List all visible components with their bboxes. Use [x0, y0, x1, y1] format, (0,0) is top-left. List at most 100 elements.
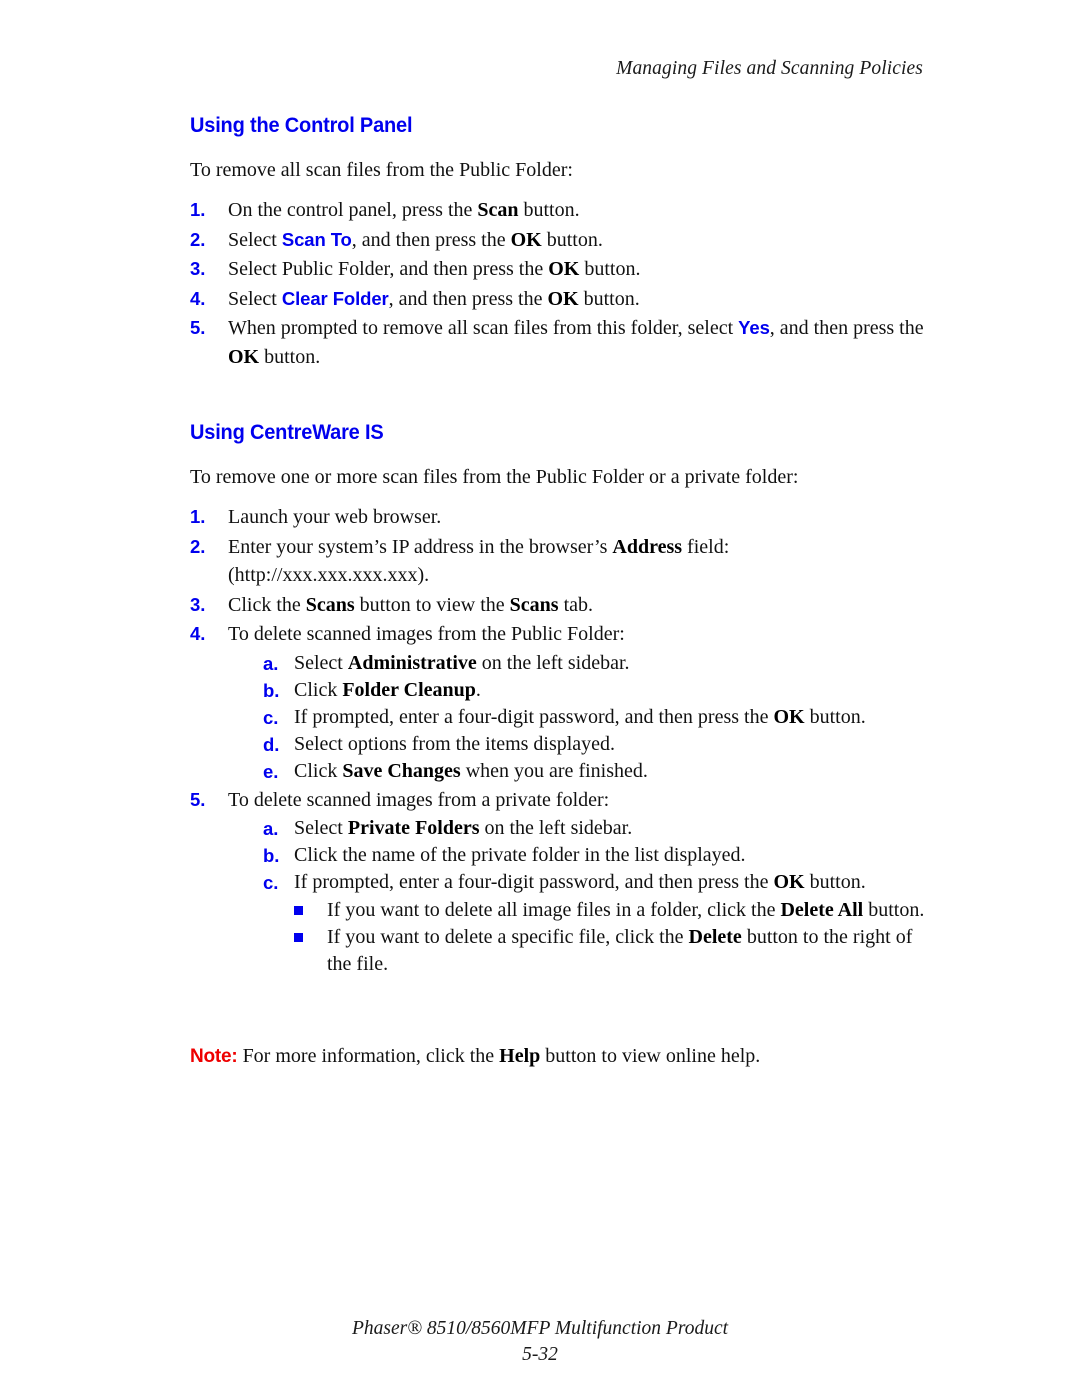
step-text: To delete scanned images from a private … — [228, 789, 609, 811]
text-run: Click — [294, 678, 343, 701]
step-number-marker: 2. — [190, 535, 206, 557]
substep-item: c. If prompted, enter a four-digit passwo… — [263, 869, 927, 896]
emphasized-term: Address — [612, 535, 683, 558]
section-heading: Using CentreWare IS — [190, 420, 384, 444]
text-run: on the left sidebar. — [479, 817, 633, 839]
text-run: , and then press the — [769, 317, 924, 339]
ui-control-term: Yes — [738, 317, 770, 338]
text-run: Select options from the items displayed. — [294, 732, 616, 755]
text-run: . — [475, 678, 481, 701]
text-run: on the left sidebar. — [476, 651, 630, 674]
text-run: button to view online help. — [540, 1045, 761, 1067]
text-run: Select — [294, 651, 348, 674]
text-run: On the control panel, press the — [228, 199, 478, 221]
substep-letter-marker: b. — [263, 845, 280, 866]
text-run: Launch your web browser. — [228, 506, 442, 528]
emphasized-term: OK — [773, 871, 805, 893]
footer-product-name: Phaser® 8510/8560MFP Multifunction Produ… — [351, 1318, 729, 1339]
emphasized-term: Delete All — [780, 899, 864, 921]
substep-item: b. Click Folder Cleanup. — [263, 677, 927, 704]
step-number-marker: 1. — [190, 199, 206, 220]
text-run: If prompted, enter a four-digit password… — [294, 871, 774, 893]
step-number-marker: 4. — [190, 623, 206, 644]
step-text: Select Public Folder, and then press the… — [228, 258, 641, 280]
emphasized-term: OK — [228, 345, 260, 368]
substep-item: d. Select options from the items displaye… — [263, 731, 927, 758]
text-run: , and then press the — [388, 287, 548, 310]
substep-letter-marker: c. — [263, 872, 279, 893]
square-bullet-icon — [294, 906, 303, 915]
step-text: Click the Scans button to view the Scans… — [228, 594, 593, 616]
sections-container: Using the Control Panel To remove all sca… — [190, 112, 927, 978]
text-run: When prompted to remove all scan files f… — [228, 317, 739, 339]
step-number-marker: 4. — [190, 287, 206, 309]
bullet-text: If you want to delete all image files in… — [327, 899, 924, 921]
step-number-marker: 3. — [190, 593, 206, 615]
emphasized-term: Folder Cleanup — [342, 678, 476, 701]
text-run: button. — [863, 899, 925, 921]
text-run: Click the name of the private folder in … — [294, 844, 746, 866]
substep-letter-marker: e. — [263, 760, 279, 782]
numbered-step-list: 1. Launch your web browser. 2. Enter your s… — [190, 503, 927, 978]
section-heading: Using the Control Panel — [190, 113, 413, 137]
step-item: 1. Launch your web browser. — [190, 503, 927, 532]
text-run: button. — [804, 705, 866, 728]
lettered-substep-list: a. Select Private Folders on the left sid… — [228, 815, 927, 896]
text-run: Select — [228, 228, 282, 251]
substep-letter-marker: b. — [263, 679, 280, 701]
text-run: button. — [804, 871, 866, 893]
substep-letter-marker: d. — [263, 733, 280, 755]
step-item: 5. When prompted to remove all scan files… — [190, 314, 927, 371]
running-header: Managing Files and Scanning Policies — [616, 58, 923, 79]
square-bullet-list: If you want to delete all image files in… — [294, 897, 927, 978]
text-run: Enter your system’s IP address in the br… — [228, 535, 613, 558]
step-number-marker: 3. — [190, 258, 206, 279]
step-item: 1. On the control panel, press the Scan b… — [190, 196, 927, 225]
substep-item: a. Select Private Folders on the left sid… — [263, 815, 927, 842]
substep-item: a. Select Administrative on the left side… — [263, 650, 927, 677]
step-item: 3. Click the Scans button to view the Sca… — [190, 591, 927, 620]
step-number-marker: 5. — [190, 317, 206, 338]
step-number-marker: 2. — [190, 228, 206, 250]
substep-text: Select options from the items displayed. — [294, 733, 615, 755]
note-block: Note: For more information, click the He… — [190, 1043, 927, 1070]
text-run: button. — [578, 287, 640, 310]
step-item: 2. Enter your system’s IP address in the … — [190, 533, 927, 590]
lettered-substep-list: a. Select Administrative on the left side… — [228, 650, 927, 785]
bullet-text: If you want to delete a specific file, c… — [327, 926, 912, 975]
emphasized-term: Save Changes — [342, 759, 461, 782]
text-run: tab. — [558, 593, 593, 616]
step-number-marker: 1. — [190, 506, 206, 527]
step-text: Launch your web browser. — [228, 506, 441, 528]
step-item: 3. Select Public Folder, and then press t… — [190, 255, 927, 284]
step-number-marker: 5. — [190, 788, 206, 810]
text-run: For more information, click the — [237, 1045, 500, 1067]
substep-letter-marker: a. — [263, 652, 279, 674]
substep-text: Select Private Folders on the left sideb… — [294, 817, 632, 839]
step-text: Enter your system’s IP address in the br… — [228, 536, 729, 587]
substep-text: If prompted, enter a four-digit password… — [294, 871, 866, 893]
emphasized-term: OK — [773, 705, 805, 728]
text-run: To delete scanned images from a private … — [228, 788, 610, 811]
emphasized-term: Delete — [688, 926, 742, 948]
substep-text: If prompted, enter a four-digit password… — [294, 706, 866, 728]
substep-letter-marker: a. — [263, 818, 279, 839]
substep-text: Click Save Changes when you are finished… — [294, 760, 648, 782]
text-run: when you are finished. — [460, 759, 648, 782]
emphasized-term: OK — [510, 228, 542, 251]
substep-item: b. Click the name of the private folder i… — [263, 842, 927, 869]
step-item: 4. Select Clear Folder, and then press th… — [190, 285, 927, 314]
text-run: button to view the — [354, 593, 510, 616]
footer-page-number: 5-32 — [522, 1344, 558, 1365]
step-text: Select Clear Folder, and then press the … — [228, 288, 640, 310]
step-item: 4. To delete scanned images from the Publ… — [190, 620, 927, 785]
bullet-item: If you want to delete all image files in… — [294, 897, 927, 924]
step-text: Select Scan To, and then press the OK bu… — [228, 229, 603, 251]
emphasized-term: OK — [548, 258, 580, 280]
step-item: 2. Select Scan To, and then press the OK … — [190, 226, 927, 255]
substep-letter-marker: c. — [263, 706, 279, 728]
text-run: If you want to delete a specific file, c… — [327, 926, 689, 948]
